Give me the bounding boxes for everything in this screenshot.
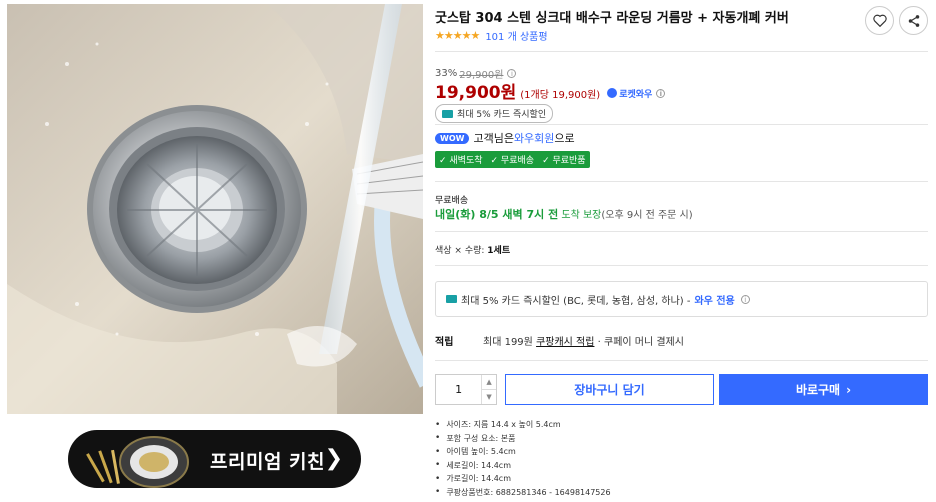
benefit-free-shipping: ✓ 무료배송 — [490, 156, 535, 166]
buy-now-button[interactable]: 바로구매 › — [719, 374, 928, 405]
card-promo-box[interactable]: 최대 5% 카드 즉시할인 (BC, 롯데, 농협, 삼성, 하나) - 와우 … — [435, 281, 928, 317]
plate-cutlery-icon — [86, 436, 189, 488]
share-icon — [908, 14, 919, 27]
points-condition: · 쿠페이 머니 결제시 — [597, 337, 684, 348]
quantity-down-icon[interactable]: ▼ — [482, 389, 496, 404]
card-discount-label: 최대 5% 카드 즉시할인 — [457, 110, 547, 120]
shipping-label: 무료배송 — [435, 196, 469, 206]
divider — [435, 231, 928, 232]
list-item: 가로길이: 14.4cm — [435, 472, 611, 486]
wow-badge: WOW — [435, 132, 470, 144]
list-item: 쿠팡상품번호: 6882581346 - 16498147526 — [435, 486, 610, 500]
unit-price: (1개당 19,900원) — [520, 90, 601, 101]
option-row: 색상 × 수량: 1세트 — [435, 243, 510, 256]
product-title: 굿스탑 304 스텐 싱크대 배수구 라운딩 거름망 + 자동개폐 커버 — [435, 11, 789, 26]
delivery-guarantee: 도착 보장 — [561, 210, 602, 221]
quantity-up-icon[interactable]: ▲ — [482, 375, 496, 389]
option-label: 색상 × 수량: — [435, 246, 485, 256]
list-item: 사이즈: 지름 14.4 x 높이 5.4cm — [435, 418, 611, 432]
review-count-link[interactable]: 101 개 상품평 — [485, 28, 547, 43]
buy-now-label: 바로구매 — [795, 383, 841, 397]
wow-member-link[interactable]: 와우회원 — [514, 130, 554, 146]
premium-kitchen-banner[interactable]: 프리미엄 키친 ❯ — [68, 430, 361, 488]
product-info-panel: 굿스탑 304 스텐 싱크대 배수구 라운딩 거름망 + 자동개폐 커버 ★★★… — [435, 0, 930, 502]
star-rating: ★★★★★ — [435, 29, 480, 42]
banner-label: 프리미엄 키친 — [210, 451, 325, 473]
list-item: 아이템 높이: 5.4cm — [435, 445, 611, 459]
quantity-stepper[interactable]: 1 ▲ ▼ — [435, 374, 497, 405]
wishlist-button[interactable] — [865, 6, 894, 35]
price-row: 19,900원 (1개당 19,900원) 로켓와우 i — [435, 78, 666, 103]
benefit-badges: ✓ 새벽도착 ✓ 무료배송 ✓ 무료반품 — [435, 151, 590, 168]
quantity-arrows: ▲ ▼ — [481, 375, 496, 404]
product-image[interactable] — [7, 4, 423, 414]
points-row: 적립 최대 199원 쿠팡캐시 적립 · 쿠페이 머니 결제시 — [435, 333, 684, 348]
option-value: 1세트 — [487, 246, 511, 256]
list-item: 포함 구성 요소: 본품 — [435, 432, 611, 446]
heart-icon — [872, 14, 887, 27]
benefit-dawn-delivery: ✓ 새벽도착 — [439, 156, 483, 166]
card-discount-badge[interactable]: 최대 5% 카드 즉시할인 — [435, 104, 554, 123]
rocket-wow-badge: 로켓와우 i — [607, 87, 666, 100]
points-max: 최대 199원 — [483, 337, 533, 348]
promo-text: 최대 5% 카드 즉시할인 (BC, 롯데, 농협, 삼성, 하나) - — [461, 295, 691, 307]
divider — [435, 181, 928, 182]
divider — [435, 124, 928, 125]
delivery-note: (오후 9시 전 주문 시) — [601, 210, 693, 221]
chevron-right-icon: ❯ — [324, 446, 343, 471]
divider — [435, 265, 928, 266]
info-icon[interactable]: i — [740, 294, 750, 304]
rocket-icon — [607, 88, 618, 98]
sink-drain-photo — [7, 4, 423, 414]
benefit-free-return: ✓ 무료반품 — [542, 156, 586, 166]
quantity-input[interactable]: 1 — [436, 375, 481, 404]
points-label: 적립 — [435, 337, 454, 348]
coupang-cash-link[interactable]: 쿠팡캐시 적립 — [536, 337, 594, 348]
delivery-date-strong: 내일(화) 8/5 새벽 7시 전 — [435, 208, 559, 221]
sale-price: 19,900원 — [435, 83, 517, 103]
wow-suffix: 으로 — [554, 132, 575, 145]
add-to-cart-button[interactable]: 장바구니 담기 — [505, 374, 714, 405]
delivery-date: 내일(화) 8/5 새벽 7시 전 도착 보장(오후 9시 전 주문 시) — [435, 206, 693, 222]
card-icon — [446, 295, 457, 303]
divider — [435, 360, 928, 361]
rating-row: ★★★★★ 101 개 상품평 — [435, 28, 548, 43]
chevron-right-icon: › — [846, 382, 852, 397]
list-item: 세로길이: 14.4cm — [435, 459, 611, 473]
promo-wow-only: 와우 전용 — [694, 295, 735, 307]
info-icon[interactable]: i — [507, 69, 517, 78]
points-text: 최대 199원 쿠팡캐시 적립 · 쿠페이 머니 결제시 — [483, 333, 684, 348]
wow-prefix: 고객님은 — [473, 132, 514, 145]
spec-list: 사이즈: 지름 14.4 x 높이 5.4cm 포함 구성 요소: 본품 아이템… — [435, 418, 611, 500]
rocket-wow-label: 로켓와우 — [619, 89, 653, 100]
divider — [435, 51, 928, 52]
share-button[interactable] — [899, 6, 928, 35]
wow-member-row: WOW 고객님은 와우회원 으로 — [435, 130, 575, 146]
info-icon[interactable]: i — [656, 88, 666, 98]
card-icon — [442, 109, 453, 118]
